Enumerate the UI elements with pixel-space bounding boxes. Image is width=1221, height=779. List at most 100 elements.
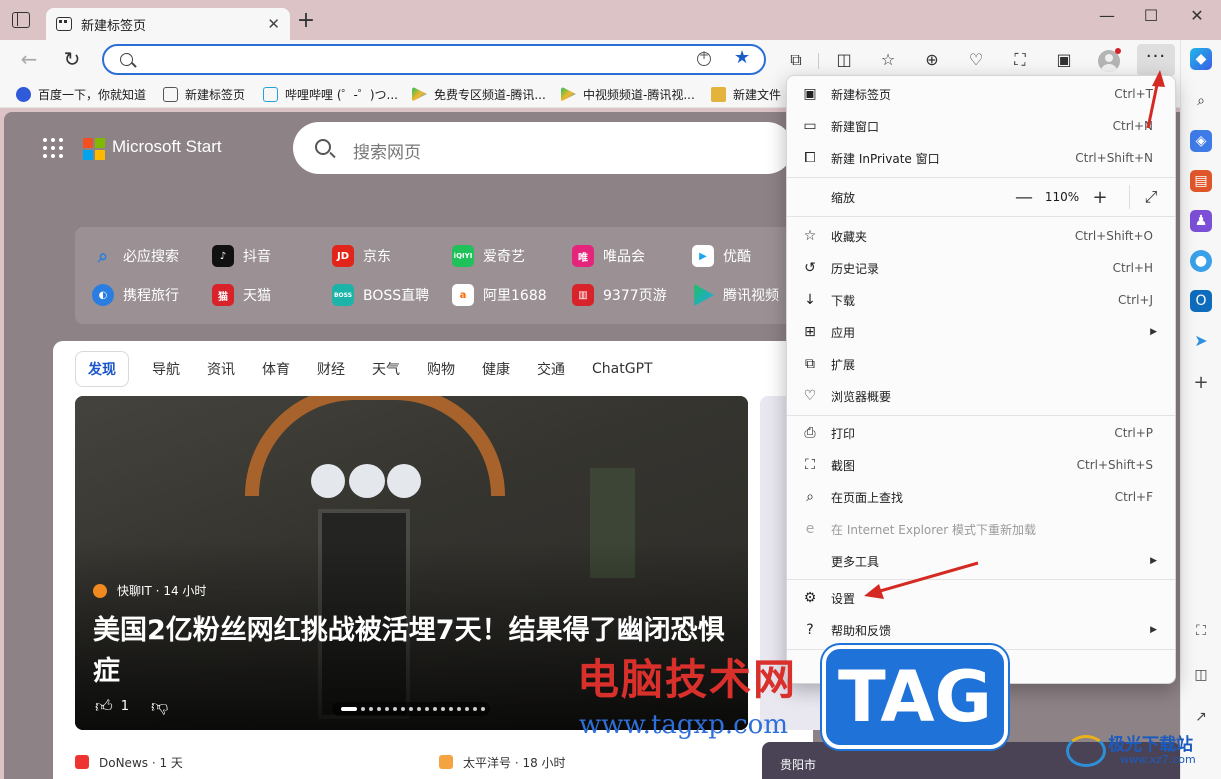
feed-tab-traffic[interactable]: 交通	[537, 359, 565, 379]
drop-send-icon[interactable]: ➤	[1190, 330, 1212, 352]
feed-tab-chatgpt[interactable]: ChatGPT	[592, 361, 653, 377]
performance-icon[interactable]: ♡	[966, 50, 986, 70]
minimize-icon[interactable]: —	[1096, 6, 1118, 28]
feed-tab-finance[interactable]: 财经	[317, 359, 345, 379]
zoom-out-button[interactable]: —	[1009, 187, 1039, 208]
thumbs-up-icon[interactable]: 👍︎	[95, 696, 113, 717]
menu-item-screenshot[interactable]: ⛶ 截图 Ctrl+Shift+S	[791, 450, 1171, 480]
close-tab-icon[interactable]: ✕	[267, 15, 280, 33]
favorite-item[interactable]: 百度一下，你就知道	[16, 85, 146, 103]
feed-tab-sports[interactable]: 体育	[262, 359, 290, 379]
watermark-url: www.tagxp.com	[579, 710, 788, 740]
address-input[interactable]	[142, 49, 682, 70]
settings-and-more-menu: ▣ 新建标签页 Ctrl+T ▭ 新建窗口 Ctrl+N ⧠ 新建 InPrivate 窗…	[786, 75, 1176, 684]
find-icon: ⌕	[806, 489, 814, 505]
sidebar-search-icon[interactable]: ⌕	[1190, 90, 1212, 112]
screenshot-icon[interactable]: ⛶	[1010, 50, 1030, 70]
quick-link[interactable]: iQIYI 爱奇艺	[452, 244, 525, 268]
copilot-icon[interactable]: ◆	[1190, 48, 1212, 70]
sidebar-screenshot-icon[interactable]: ⛶	[1190, 620, 1212, 642]
ctrip-icon: ◐	[92, 284, 114, 306]
menu-item-downloads[interactable]: ↓ 下载 Ctrl+J	[791, 285, 1171, 315]
menu-item-settings[interactable]: ⚙ 设置	[791, 583, 1171, 613]
feed-tabs: 发现 导航 资讯 体育 财经 天气 购物 健康 交通 ChatGPT	[75, 351, 680, 387]
address-bar[interactable]: ★	[102, 44, 766, 75]
favorite-item[interactable]: 中视频频道-腾讯视...	[561, 85, 695, 103]
tab-new-tab[interactable]: 新建标签页 ✕	[46, 8, 290, 40]
favorite-item[interactable]: 新建文件	[711, 85, 781, 103]
menu-item-browser-essentials[interactable]: ♡ 浏览器概要	[791, 381, 1171, 411]
add-sidebar-app-icon[interactable]: +	[1190, 372, 1212, 394]
history-icon: ↺	[804, 260, 816, 276]
quick-link[interactable]: ⌕ 必应搜索	[92, 244, 179, 268]
quick-link[interactable]: JD 京东	[332, 244, 391, 268]
fullscreen-icon[interactable]: ⤢	[1140, 187, 1162, 207]
sidebar-layout-icon[interactable]: ◫	[1190, 664, 1212, 686]
open-external-icon[interactable]: ↗	[1190, 706, 1212, 728]
back-icon[interactable]: ←	[17, 48, 41, 72]
screenshot-icon: ⛶	[805, 457, 815, 473]
quick-link[interactable]: BOSS BOSS直聘	[332, 283, 429, 307]
feed-tab-weather[interactable]: 天气	[372, 359, 400, 379]
menu-divider	[787, 415, 1175, 416]
menu-item-apps[interactable]: ⊞ 应用 ▶	[791, 317, 1171, 347]
submenu-arrow-icon: ▶	[1150, 327, 1157, 337]
feed-tab-discover[interactable]: 发现	[75, 351, 129, 387]
new-tab-page-icon	[163, 86, 178, 102]
menu-item-new-tab[interactable]: ▣ 新建标签页 Ctrl+T	[791, 79, 1171, 109]
shopping-tag-icon[interactable]: ◈	[1190, 130, 1212, 152]
feed-tab-navigation[interactable]: 导航	[152, 359, 180, 379]
menu-item-zoom: 缩放 — 110% + ⤢	[791, 182, 1171, 212]
favorite-star-icon[interactable]: ★	[734, 47, 750, 68]
submenu-arrow-icon: ▶	[1150, 625, 1157, 635]
menu-item-favorites[interactable]: ☆ 收藏夹 Ctrl+Shift+O	[791, 221, 1171, 251]
quick-link[interactable]: a 阿里1688	[452, 283, 547, 307]
favorite-item[interactable]: 免费专区频道-腾讯...	[412, 85, 546, 103]
news-card[interactable]: 太平洋号 · 18 小时	[417, 742, 755, 779]
like-count: 1	[120, 699, 130, 714]
microsoft-logo-icon	[83, 138, 105, 160]
menu-item-new-inprivate[interactable]: ⧠ 新建 InPrivate 窗口 Ctrl+Shift+N	[791, 143, 1171, 173]
new-tab-button[interactable]: +	[294, 10, 318, 34]
app-launcher-icon[interactable]	[43, 138, 65, 160]
zoom-in-icon[interactable]	[697, 48, 711, 66]
feed-tab-health[interactable]: 健康	[482, 359, 510, 379]
settings-and-more-button[interactable]: ···	[1137, 44, 1175, 76]
favorite-item[interactable]: 新建标签页	[163, 85, 245, 103]
quick-link[interactable]: ♪ 抖音	[212, 244, 271, 268]
menu-item-help-feedback[interactable]: ? 帮助和反馈 ▶	[791, 615, 1171, 645]
collections-icon[interactable]: ⊕	[922, 50, 942, 70]
menu-item-new-window[interactable]: ▭ 新建窗口 Ctrl+N	[791, 111, 1171, 141]
favorite-item[interactable]: 哔哩哔哩 (゜-゜)つ...	[263, 85, 398, 103]
games-icon[interactable]: ♟	[1190, 210, 1212, 232]
carousel-indicator[interactable]	[332, 702, 490, 716]
quick-link[interactable]: ▥ 9377页游	[572, 283, 667, 307]
extensions-icon[interactable]: ⧉	[786, 50, 806, 70]
split-screen-icon[interactable]: ◫	[834, 50, 854, 70]
news-card[interactable]: DoNews · 1 天	[53, 742, 405, 779]
menu-item-more-tools[interactable]: 更多工具 ▶	[791, 546, 1171, 576]
thumbs-down-icon[interactable]: 👎︎	[151, 696, 168, 717]
microsoft-365-icon[interactable]: ●	[1190, 250, 1212, 272]
menu-item-print[interactable]: ⎙ 打印 Ctrl+P	[791, 418, 1171, 448]
quick-link[interactable]: ▶ 优酷	[692, 244, 751, 268]
tab-actions-icon[interactable]	[12, 12, 30, 28]
quick-link[interactable]: 猫天猫	[212, 283, 271, 307]
quick-link[interactable]: 唯唯品会	[572, 244, 645, 268]
close-window-icon[interactable]: ✕	[1186, 6, 1208, 28]
zoom-in-button[interactable]: +	[1085, 187, 1115, 208]
feed-tab-news[interactable]: 资讯	[207, 359, 235, 379]
quick-link[interactable]: ◐ 携程旅行	[92, 283, 179, 307]
maximize-icon[interactable]: ☐	[1140, 6, 1162, 28]
favorites-icon[interactable]: ☆	[878, 50, 898, 70]
refresh-icon[interactable]: ↻	[60, 48, 84, 72]
feed-tab-shopping[interactable]: 购物	[427, 359, 455, 379]
web-search-box[interactable]: 搜索网页	[293, 122, 793, 174]
tools-briefcase-icon[interactable]: ▤	[1190, 170, 1212, 192]
browser-essentials-icon[interactable]: ▣	[1054, 50, 1074, 70]
quick-link[interactable]: 腾讯视频	[692, 283, 779, 307]
menu-item-history[interactable]: ↺ 历史记录 Ctrl+H	[791, 253, 1171, 283]
menu-item-find-on-page[interactable]: ⌕ 在页面上查找 Ctrl+F	[791, 482, 1171, 512]
outlook-icon[interactable]: O	[1190, 290, 1212, 312]
menu-item-extensions[interactable]: ⧉ 扩展	[791, 349, 1171, 379]
